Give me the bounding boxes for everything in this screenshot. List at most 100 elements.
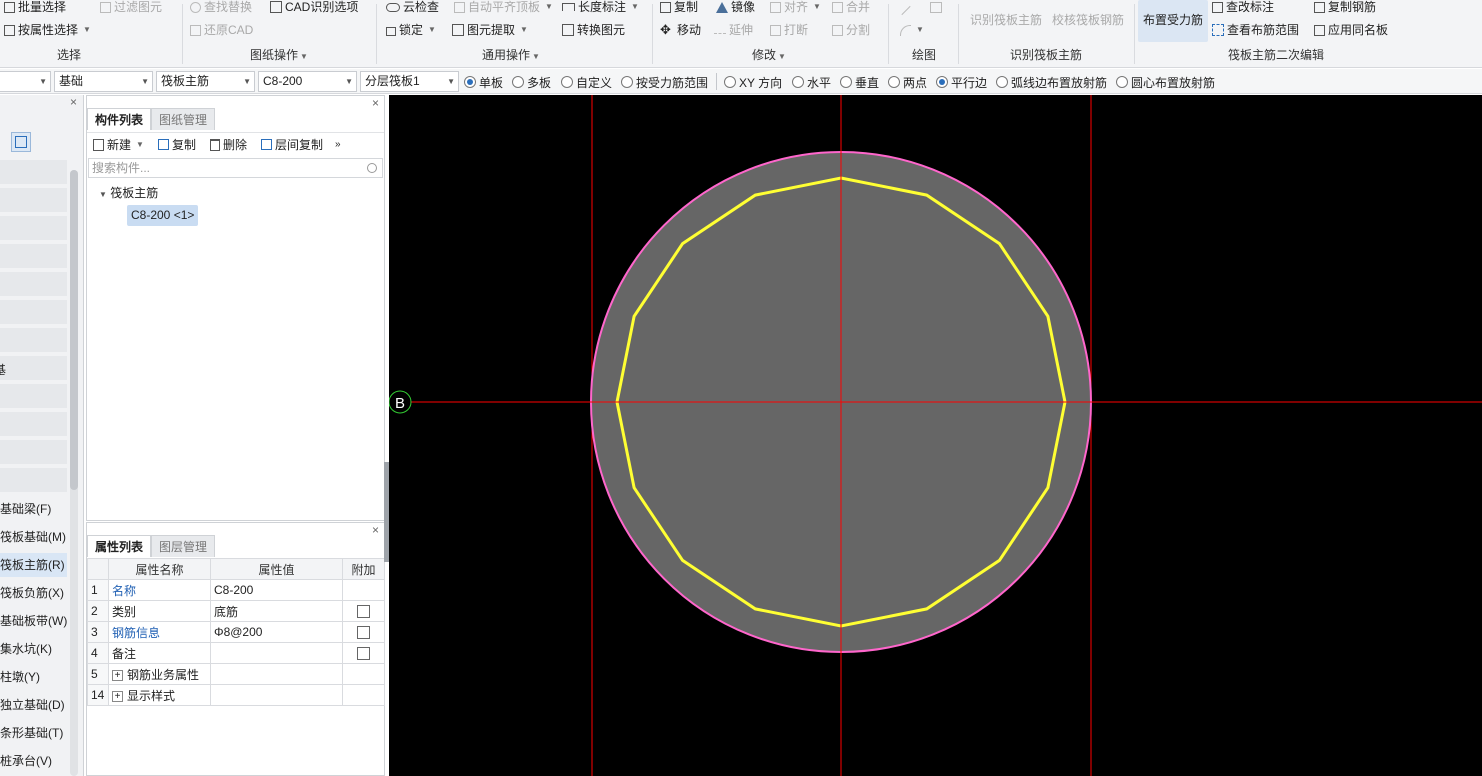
expand-icon[interactable]: + [112, 669, 123, 681]
nav-placeholder-row[interactable] [0, 384, 67, 408]
view-rebar-range-button[interactable]: 查看布筋范围 [1212, 20, 1299, 40]
component-name-combo[interactable]: C8-200 ▼ [258, 71, 357, 92]
close-icon[interactable]: × [372, 523, 379, 537]
tab-component-list[interactable]: 构件列表 [87, 108, 152, 130]
batch-select-button[interactable]: 批量选择 [4, 0, 66, 17]
nav-placeholder-row[interactable] [0, 468, 67, 492]
property-value[interactable]: Φ8@200 [210, 621, 343, 643]
close-icon[interactable]: × [372, 96, 379, 110]
nav-item-foundation-strip[interactable]: 基础板带(W) [0, 609, 67, 633]
lock-button[interactable]: 锁定 ▼ [386, 20, 436, 40]
nav-placeholder-row[interactable] [0, 356, 67, 380]
radio-two-points[interactable]: 两点 [888, 74, 927, 90]
nav-item-raft-main-rebar[interactable]: 筏板主筋(R) [0, 553, 67, 577]
nav-placeholder-row[interactable] [0, 440, 67, 464]
component-type-combo[interactable]: 筏板主筋 ▼ [156, 71, 255, 92]
radio-by-rebar-range[interactable]: 按受力筋范围 [621, 74, 708, 90]
auto-flush-top-button[interactable]: 自动平齐顶板 ▼ [454, 0, 553, 17]
nav-placeholder-row[interactable] [0, 244, 67, 268]
cad-options-button[interactable]: CAD识别选项 [270, 0, 358, 17]
radio-vertical[interactable]: 垂直 [840, 74, 879, 90]
more-tools-button[interactable]: » [335, 139, 341, 150]
nav-item-raft-foundation[interactable]: 筏板基础(M) [0, 525, 66, 549]
new-component-button[interactable]: 新建 ▼ [93, 136, 144, 153]
cloud-check-button[interactable]: 云检查 [386, 0, 439, 17]
arc-tool-button[interactable]: ▼ [900, 20, 924, 40]
attach-checkbox[interactable] [357, 605, 370, 619]
extend-button[interactable]: 延伸 [714, 20, 753, 40]
nav-item-column-pier[interactable]: 柱墩(Y) [0, 665, 40, 689]
radio-arc-edge-radial[interactable]: 弧线边布置放射筋 [996, 74, 1107, 90]
find-replace-button[interactable]: 查找替换 [190, 0, 252, 17]
mirror-button[interactable]: 镜像 [716, 0, 755, 17]
convert-element-button[interactable]: 转换图元 [562, 20, 625, 40]
line-tool-button[interactable] [900, 0, 912, 17]
property-value[interactable]: 底筋 [210, 600, 343, 622]
copy-rebar-button[interactable]: 复制钢筋 [1314, 0, 1376, 17]
property-value[interactable]: C8-200 [210, 579, 343, 601]
radio-single-board[interactable]: 单板 [464, 74, 503, 90]
nav-placeholder-row[interactable] [0, 412, 67, 436]
select-by-attribute-button[interactable]: 按属性选择 ▼ [4, 20, 91, 40]
category-combo[interactable]: 基础 ▼ [54, 71, 153, 92]
property-row-category[interactable]: 2 类别 底筋 [87, 600, 385, 622]
drawing-canvas[interactable]: B [388, 95, 1482, 776]
property-value[interactable] [210, 642, 343, 664]
component-search-input[interactable]: 搜索构件... [88, 158, 383, 178]
tab-drawing-management[interactable]: 图纸管理 [151, 108, 216, 130]
copy-component-button[interactable]: 复制 [157, 136, 196, 153]
break-button[interactable]: 打断 [770, 20, 808, 40]
nav-item-sump-pit[interactable]: 集水坑(K) [0, 637, 52, 661]
nav-placeholder-row[interactable] [0, 188, 67, 212]
tree-node-raft-main-rebar[interactable]: ▼ 筏板主筋 [99, 184, 158, 201]
radio-xy-direction[interactable]: XY 方向 [724, 74, 782, 90]
filter-elements-button[interactable]: 过滤图元 [100, 0, 162, 17]
layer-copy-button[interactable]: 层间复制 [260, 136, 323, 153]
radio-horizontal[interactable]: 水平 [792, 74, 831, 90]
nav-placeholder-row[interactable] [0, 300, 67, 324]
place-rebar-button[interactable]: 布置受力筋 [1138, 0, 1208, 42]
nav-item-pile-cap[interactable]: 桩承台(V) [0, 749, 52, 773]
nav-placeholder-row[interactable] [0, 328, 67, 352]
property-row-display-style[interactable]: 14 + 显示样式 [87, 684, 385, 706]
rect-tool-button[interactable] [930, 0, 942, 17]
radio-center-radial[interactable]: 圆心布置放射筋 [1116, 74, 1215, 90]
nav-scrollbar-thumb[interactable] [70, 170, 78, 490]
length-dimension-button[interactable]: 长度标注 ▼ [562, 0, 639, 17]
align-button[interactable]: 对齐 ▼ [770, 0, 821, 17]
check-raft-rebar-button[interactable]: 校核筏板钢筋 [1048, 0, 1128, 42]
expand-icon[interactable]: + [112, 690, 123, 702]
apply-same-name-button[interactable]: 应用同名板 [1314, 20, 1388, 40]
attach-checkbox[interactable] [357, 626, 370, 640]
split-button[interactable]: 分割 [832, 20, 870, 40]
extract-element-button[interactable]: 图元提取 ▼ [452, 20, 528, 40]
cad-viewport[interactable]: B [388, 95, 1482, 776]
attach-checkbox[interactable] [357, 647, 370, 661]
nav-placeholder-row[interactable] [0, 216, 67, 240]
tree-leaf-c8-200[interactable]: C8-200 <1> [127, 205, 199, 226]
property-row-name[interactable]: 1 名称 C8-200 [87, 579, 385, 601]
radio-parallel-edge[interactable]: 平行边 [936, 74, 987, 90]
floor-combo[interactable]: ▼ [0, 71, 51, 92]
radio-custom[interactable]: 自定义 [561, 74, 612, 90]
identify-raft-main-rebar-button[interactable]: 识别筏板主筋 [966, 0, 1046, 42]
layer-combo[interactable]: 分层筏板1 ▼ [360, 71, 459, 92]
radio-multi-board[interactable]: 多板 [512, 74, 551, 90]
nav-item-strip-footing[interactable]: 条形基础(T) [0, 721, 63, 745]
property-row-rebar-business[interactable]: 5 + 钢筋业务属性 [87, 663, 385, 685]
nav-item-foundation-beam[interactable]: 基础梁(F) [0, 497, 51, 521]
nav-placeholder-row[interactable] [0, 272, 67, 296]
property-row-rebar-info[interactable]: 3 钢筋信息 Φ8@200 [87, 621, 385, 643]
merge-button[interactable]: 合并 [832, 0, 870, 17]
modify-label-button[interactable]: 查改标注 [1212, 0, 1274, 17]
nav-placeholder-row[interactable] [0, 160, 67, 184]
tab-property-list[interactable]: 属性列表 [87, 535, 152, 557]
property-row-remark[interactable]: 4 备注 [87, 642, 385, 664]
nav-item-isolated-footing[interactable]: 独立基础(D) [0, 693, 65, 717]
nav-item-raft-negative-rebar[interactable]: 筏板负筋(X) [0, 581, 64, 605]
tab-layer-management[interactable]: 图层管理 [151, 535, 216, 557]
close-icon[interactable]: × [70, 95, 77, 109]
restore-cad-button[interactable]: 还原CAD [190, 20, 253, 40]
copy-button[interactable]: 复制 [660, 0, 698, 17]
move-button[interactable]: ✥ 移动 [660, 20, 701, 40]
